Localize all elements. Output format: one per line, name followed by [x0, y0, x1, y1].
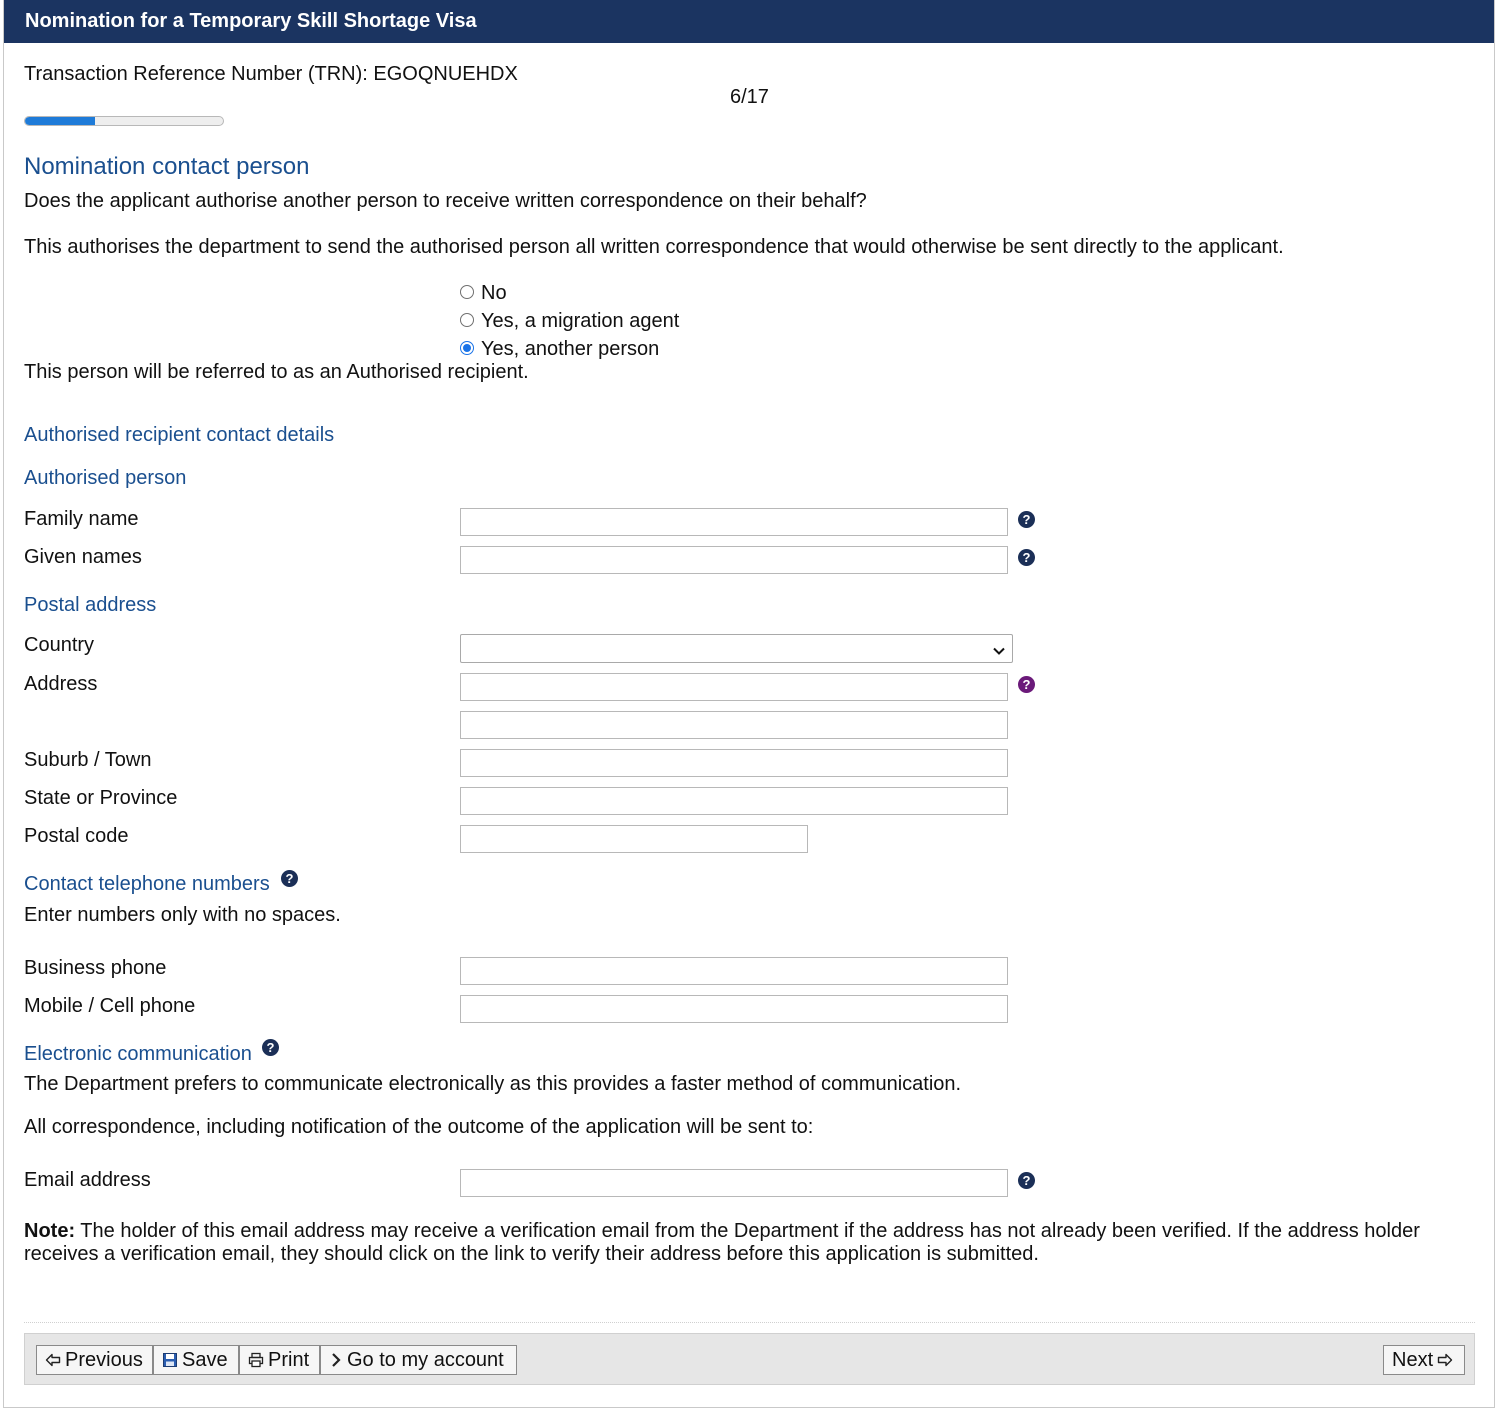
family-name-label: Family name [24, 508, 139, 530]
suburb-label: Suburb / Town [24, 749, 152, 771]
mobile-phone-label: Mobile / Cell phone [24, 995, 196, 1017]
save-button[interactable]: Save [153, 1345, 239, 1375]
family-name-input[interactable] [460, 508, 1008, 536]
floppy-disk-icon [162, 1352, 178, 1368]
arrow-right-icon [1437, 1352, 1453, 1368]
radio-another-person-label[interactable]: Yes, another person [481, 338, 659, 361]
trn-value: EGOQNUEHDX [373, 63, 518, 85]
business-phone-label: Business phone [24, 957, 167, 979]
help-icon[interactable]: ? [1018, 549, 1035, 566]
radio-no-label[interactable]: No [481, 282, 507, 305]
email-label: Email address [24, 1169, 151, 1191]
radio-migration-agent-label[interactable]: Yes, a migration agent [481, 310, 679, 333]
electronic-communication-heading: Electronic communication [24, 1043, 252, 1065]
arrow-left-icon [45, 1352, 61, 1368]
postal-address-heading: Postal address [24, 594, 157, 616]
country-label: Country [24, 634, 95, 656]
trn-line: Transaction Reference Number (TRN): EGOQ… [24, 63, 518, 86]
progress-fill [25, 117, 95, 125]
note-text: The holder of this email address may rec… [24, 1220, 1420, 1265]
previous-button[interactable]: Previous [36, 1345, 153, 1375]
trn-label: Transaction Reference Number (TRN): [24, 63, 368, 85]
help-icon[interactable]: ? [1018, 1172, 1035, 1189]
printer-icon [248, 1352, 264, 1368]
chevron-down-icon [992, 641, 1006, 664]
verification-note: Note: The holder of this email address m… [24, 1220, 1464, 1266]
print-button[interactable]: Print [239, 1345, 320, 1375]
account-label: Go to my account [347, 1349, 504, 1371]
radio-migration-agent[interactable] [460, 313, 474, 327]
given-names-input[interactable] [460, 546, 1008, 574]
state-input[interactable] [460, 787, 1008, 815]
help-icon[interactable]: ? [1018, 676, 1035, 693]
help-icon[interactable]: ? [1018, 511, 1035, 528]
help-icon[interactable]: ? [281, 870, 298, 887]
postcode-label: Postal code [24, 825, 129, 847]
address-label: Address [24, 673, 98, 695]
save-label: Save [182, 1349, 228, 1371]
state-label: State or Province [24, 787, 178, 809]
authorise-explanation: This authorises the department to send t… [24, 236, 1284, 258]
authorised-person-heading: Authorised person [24, 467, 187, 489]
mobile-phone-input[interactable] [460, 995, 1008, 1023]
previous-label: Previous [65, 1349, 143, 1371]
contact-telephone-heading: Contact telephone numbers [24, 873, 270, 895]
progress-bar [24, 116, 224, 126]
address-line1-input[interactable] [460, 673, 1008, 701]
radio-no[interactable] [460, 285, 474, 299]
electronic-preference-text: The Department prefers to communicate el… [24, 1073, 962, 1095]
authorised-recipient-note: This person will be referred to as an Au… [24, 361, 529, 383]
next-label: Next [1392, 1349, 1434, 1371]
radio-another-person[interactable] [460, 341, 474, 355]
recipient-details-heading: Authorised recipient contact details [24, 424, 335, 446]
next-button[interactable]: Next [1383, 1345, 1465, 1375]
country-select[interactable] [460, 634, 1013, 663]
go-to-account-button[interactable]: Go to my account [320, 1345, 517, 1375]
footer-divider [24, 1322, 1475, 1323]
page-title: Nomination for a Temporary Skill Shortag… [4, 0, 1494, 43]
postcode-input[interactable] [460, 825, 808, 853]
help-icon[interactable]: ? [262, 1039, 279, 1056]
progress-label: 6/17 [730, 86, 769, 108]
chevron-right-icon [329, 1352, 343, 1368]
print-label: Print [268, 1349, 310, 1371]
phone-hint: Enter numbers only with no spaces. [24, 904, 341, 926]
business-phone-input[interactable] [460, 957, 1008, 985]
correspondence-text: All correspondence, including notificati… [24, 1116, 814, 1138]
nomination-contact-heading: Nomination contact person [24, 153, 310, 180]
note-label: Note: [24, 1220, 76, 1242]
suburb-input[interactable] [460, 749, 1008, 777]
address-line2-input[interactable] [460, 711, 1008, 739]
authorise-question: Does the applicant authorise another per… [24, 190, 867, 212]
given-names-label: Given names [24, 546, 142, 568]
email-input[interactable] [460, 1169, 1008, 1197]
